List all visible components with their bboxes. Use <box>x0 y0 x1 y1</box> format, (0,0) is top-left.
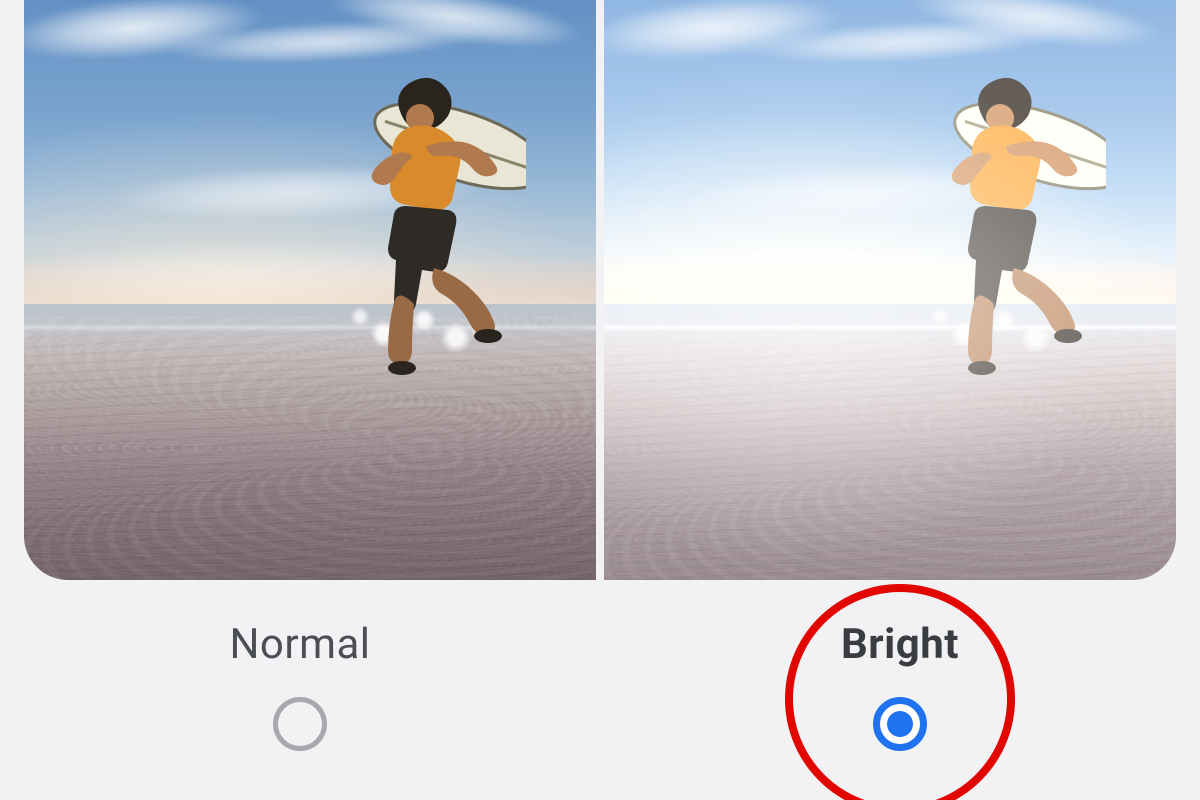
preview-image-normal <box>24 0 596 580</box>
annotation-circle-icon <box>785 584 1015 800</box>
radio-unchecked-icon[interactable] <box>273 697 327 751</box>
option-label: Bright <box>841 620 959 669</box>
brightness-options-row: Normal Bright <box>0 580 1200 800</box>
bright-overlay <box>604 0 1176 580</box>
option-normal[interactable]: Normal <box>0 580 600 800</box>
option-label: Normal <box>229 620 370 669</box>
option-bright[interactable]: Bright <box>600 580 1200 800</box>
surfer-icon <box>306 56 526 396</box>
preview-image-bright <box>604 0 1176 580</box>
radio-checked-icon[interactable] <box>873 697 927 751</box>
preview-images-row <box>24 0 1176 580</box>
